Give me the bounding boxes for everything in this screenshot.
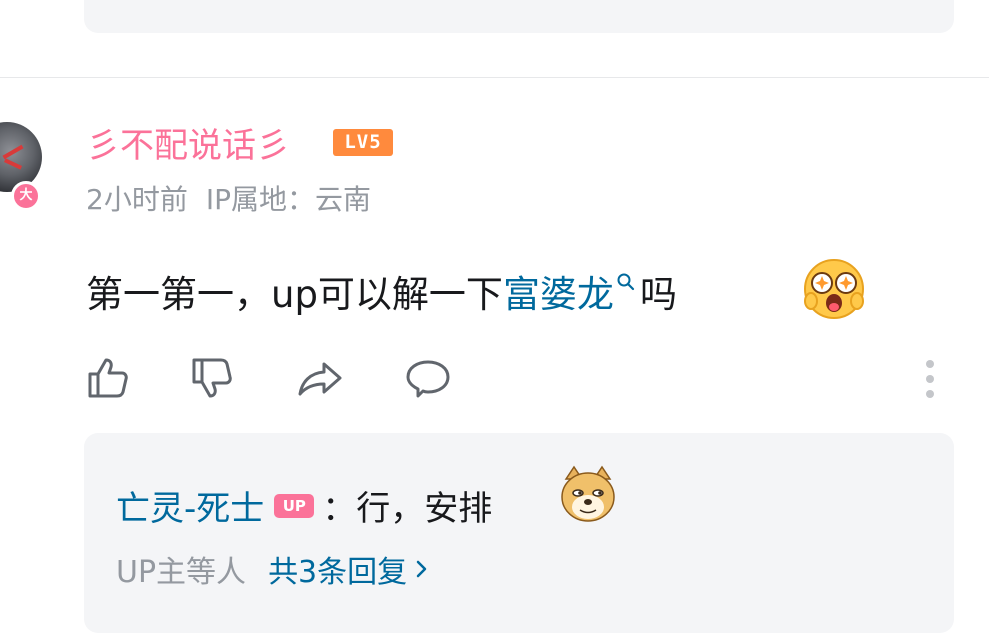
reply-text: ：行，安排 xyxy=(322,489,493,529)
previous-reply-card xyxy=(84,0,954,33)
thumbs-up-icon[interactable] xyxy=(84,354,132,402)
doge-emoji xyxy=(561,465,615,522)
ip-location: IP属地：云南 xyxy=(205,183,371,216)
comment-text-prefix: 第一第一，up可以解一下 xyxy=(86,273,503,316)
view-replies-label: 共3条回复 xyxy=(268,555,408,590)
share-icon[interactable] xyxy=(296,354,344,402)
vip-badge: 大 xyxy=(11,181,41,211)
search-keyword-link[interactable]: 富婆龙 xyxy=(503,264,614,318)
avatar-decoration xyxy=(2,144,24,160)
shocked-face-emoji xyxy=(804,259,864,319)
reply-preview-line: 亡灵-死士 UP ：行，安排 xyxy=(116,481,492,530)
reply-summary: UP主等人 共3条回复 xyxy=(116,547,429,591)
level-badge: LV5 xyxy=(333,129,393,156)
avatar-decoration xyxy=(3,158,23,170)
comment-icon[interactable] xyxy=(404,354,452,402)
view-replies-link[interactable]: 共3条回复 xyxy=(268,547,429,591)
comment-username[interactable]: 彡不配说话彡 xyxy=(86,118,290,167)
comment-text: 第一第一，up可以解一下 富婆龙 吗 xyxy=(86,264,677,318)
search-icon[interactable] xyxy=(616,272,636,292)
comment-divider xyxy=(0,77,989,78)
comment-time: 2小时前 xyxy=(86,183,188,216)
comment-text-suffix: 吗 xyxy=(639,273,677,316)
thumbs-down-icon[interactable] xyxy=(188,354,236,402)
up-badge: UP xyxy=(274,493,315,518)
more-vertical-icon[interactable] xyxy=(916,356,944,402)
chevron-right-icon xyxy=(416,560,427,578)
reply-summary-text: UP主等人 xyxy=(116,555,247,590)
reply-author[interactable]: 亡灵-死士 xyxy=(116,481,264,530)
comment-meta: 2小时前 IP属地：云南 xyxy=(86,178,371,218)
reply-preview-card[interactable] xyxy=(84,433,954,633)
